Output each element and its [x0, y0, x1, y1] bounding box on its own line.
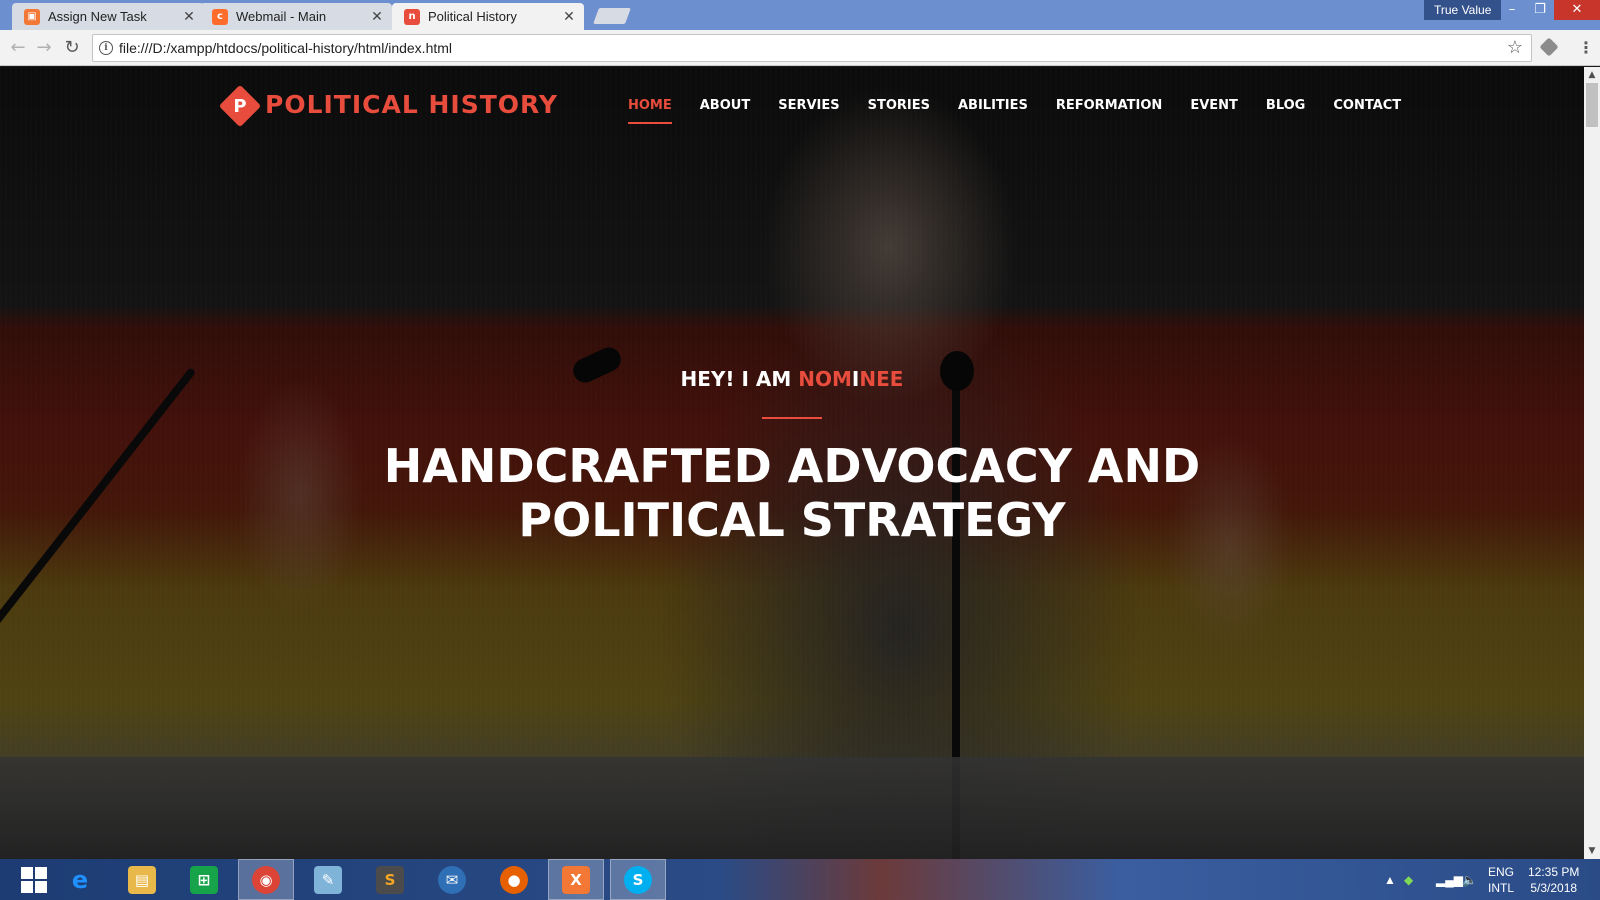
tab-assign-new-task[interactable]: ▣ Assign New Task ✕ — [12, 3, 204, 30]
main-nav: HOME ABOUT SERVIES STORIES ABILITIES REF… — [628, 98, 1429, 124]
show-hidden-icons[interactable]: ▲ — [1384, 859, 1396, 900]
hero-subtitle-prefix: HEY! I AM — [680, 367, 799, 391]
chrome-icon: ◉ — [252, 865, 280, 894]
taskbar-app[interactable]: ✉ — [424, 859, 480, 900]
extension-icon[interactable] — [1539, 37, 1559, 57]
taskbar-app[interactable]: ● — [486, 859, 542, 900]
tab-title: Assign New Task — [48, 9, 147, 24]
new-tab-button[interactable] — [593, 8, 631, 24]
store-icon: ⊞ — [190, 865, 218, 894]
hero-title: HANDCRAFTED ADVOCACY AND POLITICAL STRAT… — [0, 439, 1584, 547]
profile-button[interactable]: True Value — [1424, 0, 1502, 20]
keyboard-layout: INTL — [1488, 881, 1515, 895]
clock-time: 12:35 PM — [1528, 865, 1580, 879]
scroll-up-icon[interactable]: ▲ — [1584, 67, 1600, 83]
bookmark-star-icon[interactable]: ☆ — [1507, 37, 1523, 58]
close-icon[interactable]: ✕ — [182, 10, 196, 24]
system-clock[interactable]: 12:35 PM 5/3/2018 — [1528, 864, 1579, 896]
site-logo[interactable]: P POLITICAL HISTORY — [218, 84, 559, 128]
restore-icon[interactable]: ❐ — [1526, 0, 1554, 20]
logo-text: POLITICAL HISTORY — [265, 89, 559, 119]
windows-logo-icon — [21, 866, 47, 893]
taskbar-app[interactable]: S — [362, 859, 418, 900]
notepad-icon: ✎ — [314, 865, 342, 894]
nav-blog[interactable]: BLOG — [1266, 98, 1305, 113]
nav-home[interactable]: HOME — [628, 98, 672, 124]
logo-mark-icon: P — [218, 84, 262, 128]
nav-event[interactable]: EVENT — [1190, 98, 1238, 113]
taskbar-app[interactable]: e — [52, 859, 108, 900]
nav-reformation[interactable]: REFORMATION — [1056, 98, 1162, 113]
cpanel-icon: c — [212, 8, 228, 25]
close-icon[interactable]: ✕ — [562, 10, 576, 24]
task-icon: ▣ — [24, 8, 40, 25]
nav-stories[interactable]: STORIES — [868, 98, 930, 113]
nav-about[interactable]: ABOUT — [700, 98, 750, 113]
page-viewport: P POLITICAL HISTORY HOME ABOUT SERVIES S… — [0, 67, 1584, 859]
reload-icon[interactable]: ↻ — [60, 36, 84, 60]
taskbar-app[interactable]: ◉ — [238, 859, 294, 900]
scrollbar-thumb[interactable] — [1586, 83, 1598, 127]
hero-subtitle-highlight: NEE — [859, 367, 904, 391]
back-icon[interactable]: ← — [6, 36, 30, 60]
screen: ▣ Assign New Task ✕ c Webmail - Main ✕ n… — [0, 0, 1600, 900]
xampp-icon: X — [562, 865, 590, 894]
security-tray-icon[interactable]: ◆ — [1404, 859, 1413, 900]
taskbar-app[interactable]: S — [610, 859, 666, 900]
hero-title-line: HANDCRAFTED ADVOCACY AND — [383, 439, 1201, 493]
nav-abilities[interactable]: ABILITIES — [958, 98, 1028, 113]
sublime-text-icon: S — [376, 865, 404, 894]
scroll-down-icon[interactable]: ▼ — [1584, 843, 1600, 859]
thunderbird-icon: ✉ — [438, 865, 466, 894]
firefox-icon: ● — [500, 865, 528, 894]
volume-muted-icon[interactable]: 🔈 — [1462, 859, 1477, 900]
forward-icon[interactable]: → — [32, 36, 56, 60]
browser-tabstrip: ▣ Assign New Task ✕ c Webmail - Main ✕ n… — [0, 0, 1600, 30]
language-indicator[interactable]: ENG INTL — [1488, 864, 1514, 896]
tab-political-history[interactable]: n Political History ✕ — [392, 3, 584, 30]
site-icon: n — [404, 8, 420, 25]
skype-icon: S — [624, 865, 652, 894]
hero-subtitle: HEY! I AM NOMINEE — [0, 367, 1584, 391]
hero-divider — [762, 417, 822, 419]
minimize-icon[interactable]: – — [1498, 0, 1526, 20]
close-icon[interactable]: ✕ — [370, 10, 384, 24]
address-bar[interactable]: i file:///D:/xampp/htdocs/political-hist… — [92, 34, 1532, 62]
taskbar-app[interactable]: X — [548, 859, 604, 900]
windows-taskbar: e ▤ ⊞ ◉ ✎ S ✉ ● X S ▲ ◆ ▂▄▆ 🔈 ENG INTL 1… — [0, 859, 1600, 900]
taskbar-app[interactable]: ✎ — [300, 859, 356, 900]
internet-explorer-icon: e — [71, 865, 89, 894]
hero-subtitle-highlight: NOM — [798, 367, 852, 391]
taskbar-app[interactable]: ▤ — [114, 859, 170, 900]
language-code: ENG — [1488, 865, 1515, 879]
hero-title-line: POLITICAL STRATEGY — [518, 493, 1066, 547]
info-icon[interactable]: i — [99, 41, 113, 55]
page-scrollbar[interactable]: ▲ ▼ — [1584, 67, 1600, 859]
nav-contact[interactable]: CONTACT — [1333, 98, 1401, 113]
clock-date: 5/3/2018 — [1530, 881, 1578, 895]
file-explorer-icon: ▤ — [128, 865, 156, 894]
tab-title: Webmail - Main — [236, 9, 327, 24]
browser-toolbar: ← → ↻ i file:///D:/xampp/htdocs/politica… — [0, 30, 1600, 66]
network-signal-icon[interactable]: ▂▄▆ — [1436, 859, 1463, 900]
window-close-icon[interactable]: ✕ — [1554, 0, 1600, 20]
tab-title: Political History — [428, 9, 517, 24]
nav-servies[interactable]: SERVIES — [778, 98, 839, 113]
url-text: file:///D:/xampp/htdocs/political-histor… — [119, 40, 453, 56]
tab-webmail-main[interactable]: c Webmail - Main ✕ — [200, 3, 392, 30]
browser-menu-icon[interactable]: ⋮ — [1574, 36, 1598, 60]
taskbar-app[interactable]: ⊞ — [176, 859, 232, 900]
